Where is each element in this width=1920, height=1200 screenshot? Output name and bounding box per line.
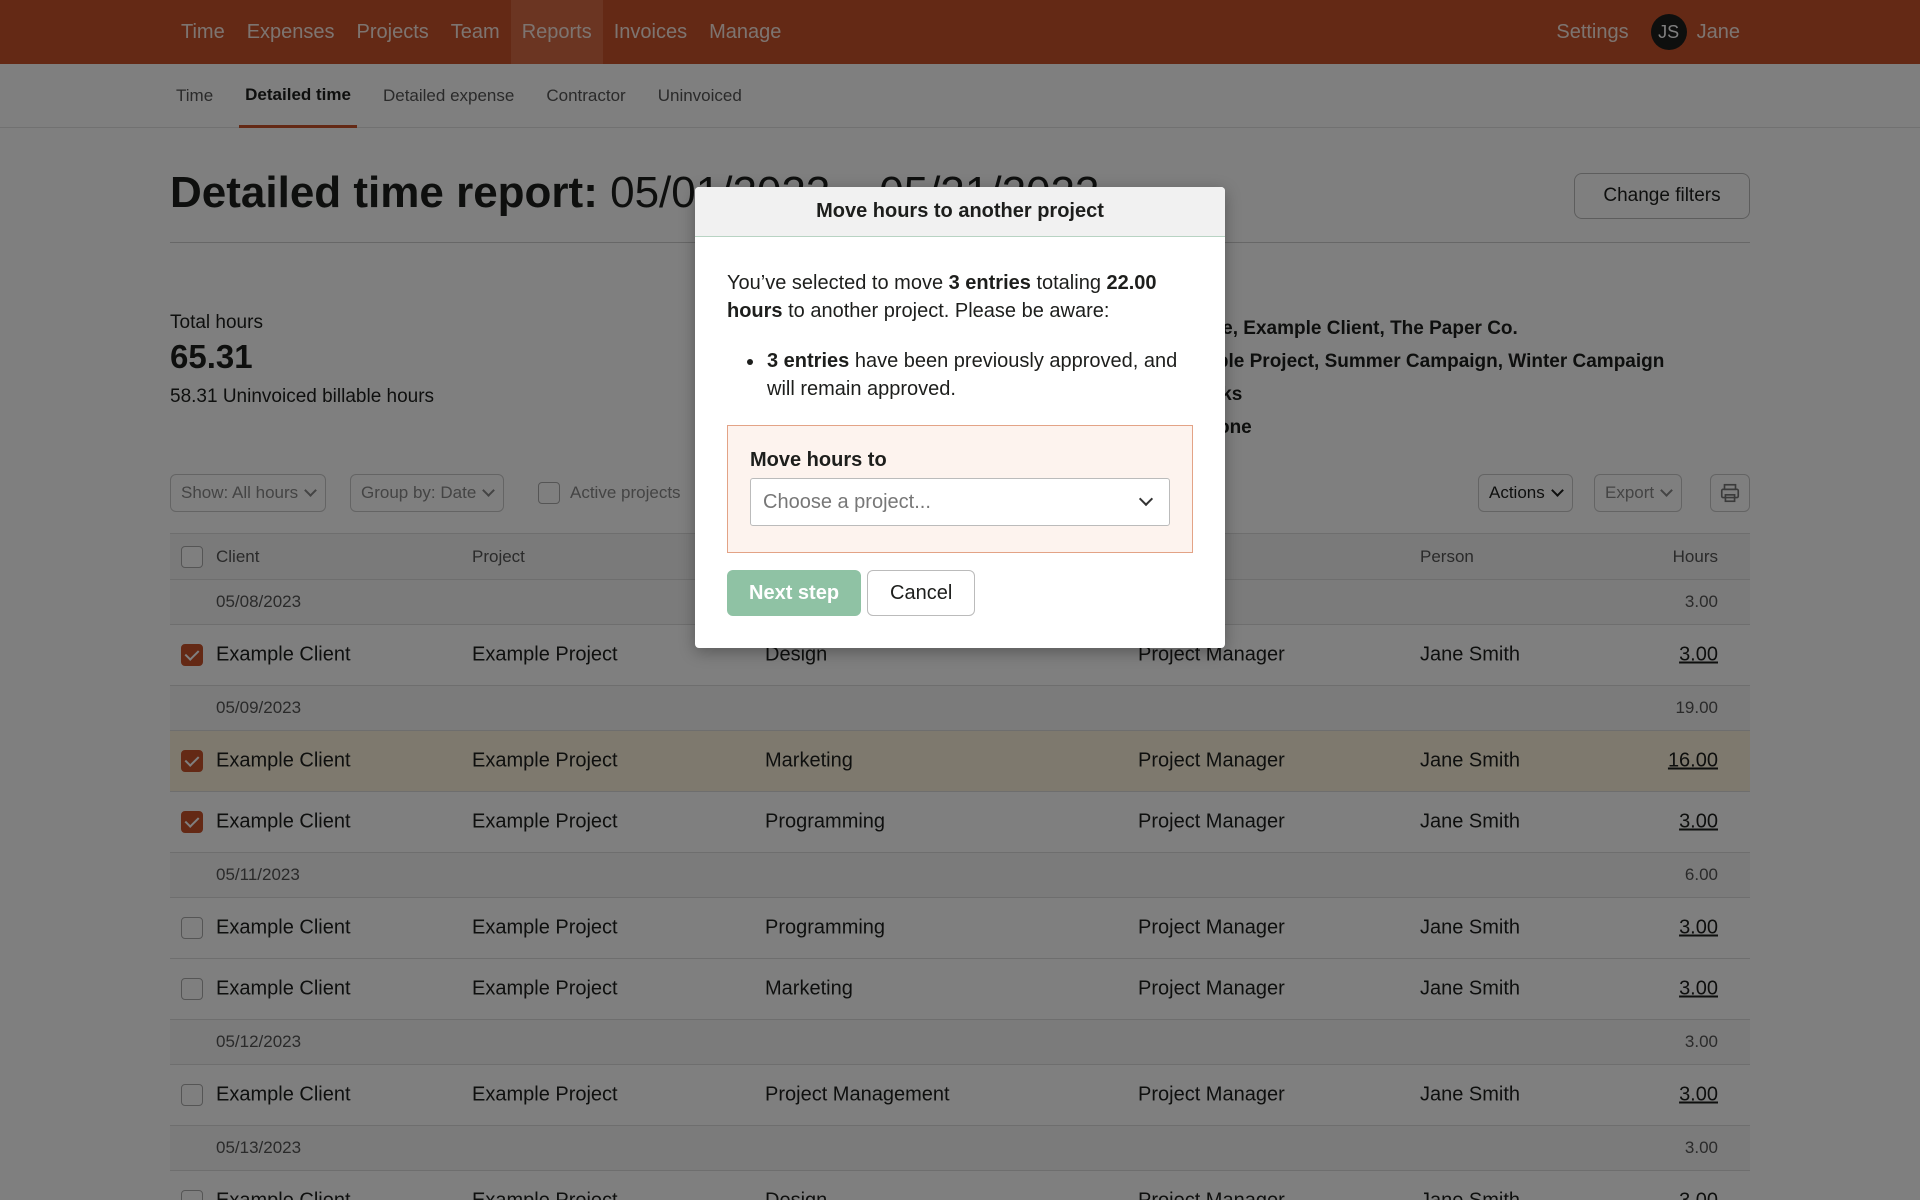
move-hours-label: Move hours to bbox=[750, 449, 887, 471]
intro-text-1: You’ve selected to move bbox=[727, 272, 949, 294]
approval-warning: 3 entries have been previously approved,… bbox=[727, 347, 1193, 403]
cancel-button[interactable]: Cancel bbox=[867, 570, 976, 616]
intro-text-2: totaling bbox=[1030, 272, 1107, 294]
modal-body: You’ve selected to move 3 entries totali… bbox=[695, 237, 1225, 553]
project-select[interactable]: Choose a project... bbox=[750, 478, 1170, 526]
move-hours-modal: Move hours to another project You’ve sel… bbox=[695, 187, 1225, 648]
chevron-down-icon bbox=[1138, 491, 1154, 507]
warning-entries: 3 entries bbox=[767, 350, 850, 372]
modal-intro: You’ve selected to move 3 entries totali… bbox=[727, 269, 1193, 325]
project-select-placeholder: Choose a project... bbox=[763, 491, 931, 513]
intro-entries: 3 entries bbox=[948, 272, 1031, 294]
modal-actions: Next step Cancel bbox=[727, 570, 976, 616]
modal-title: Move hours to another project bbox=[695, 187, 1225, 237]
next-step-button[interactable]: Next step bbox=[727, 570, 862, 616]
intro-text-3: to another project. Please be aware: bbox=[782, 300, 1110, 322]
move-hours-field-box: Move hours to Choose a project... bbox=[727, 425, 1193, 553]
